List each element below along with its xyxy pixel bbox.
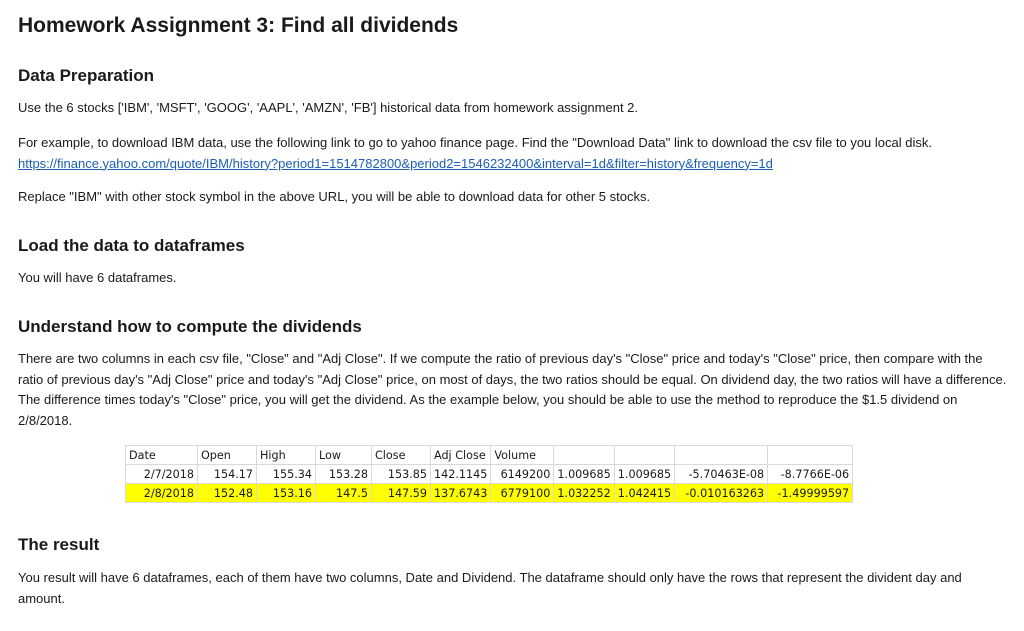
table-cell: 6149200 bbox=[490, 464, 555, 484]
table-header-cell: Low bbox=[315, 445, 372, 465]
yahoo-finance-link[interactable]: https://finance.yahoo.com/quote/IBM/hist… bbox=[18, 156, 773, 171]
paragraph-replace: Replace "IBM" with other stock symbol in… bbox=[18, 189, 651, 204]
table-cell: -1.49999597 bbox=[767, 483, 854, 503]
table-header-cell: Open bbox=[197, 445, 257, 465]
table-row: 2/8/2018 152.48 153.16 147.5 147.59 137.6743 6… bbox=[125, 483, 854, 503]
table-cell: -0.010163263 bbox=[674, 483, 769, 503]
table-row: 2/7/2018 154.17 155.34 153.28 153.85 142.1145… bbox=[125, 464, 854, 484]
table-cell: 147.59 bbox=[371, 483, 431, 503]
paragraph-download: For example, to download IBM data, use t… bbox=[18, 133, 1010, 174]
table-cell: 154.17 bbox=[197, 464, 257, 484]
table-header-cell: Date bbox=[125, 445, 198, 465]
paragraph-dividend-method: There are two columns in each csv file, … bbox=[18, 351, 1007, 428]
table-cell: 1.009685 bbox=[553, 464, 615, 484]
section-heading-load-data: Load the data to dataframes bbox=[18, 236, 245, 255]
stock-data-table-container: Date Open High Low Close Adj Close Volume 2/7/2… bbox=[125, 445, 854, 503]
table-cell: -8.7766E-06 bbox=[767, 464, 854, 484]
table-cell: 153.28 bbox=[315, 464, 372, 484]
table-cell: 1.009685 bbox=[613, 464, 676, 484]
table-cell: 152.48 bbox=[197, 483, 257, 503]
page-title: Homework Assignment 3: Find all dividend… bbox=[18, 14, 459, 37]
stock-data-table: Date Open High Low Close Adj Close Volume 2/7/2… bbox=[125, 445, 854, 503]
paragraph-dataframes: You will have 6 dataframes. bbox=[18, 270, 177, 285]
table-header-cell bbox=[674, 445, 769, 465]
section-heading-understand-dividends: Understand how to compute the dividends bbox=[18, 317, 362, 336]
table-cell: 137.6743 bbox=[429, 483, 492, 503]
table-header-cell bbox=[767, 445, 854, 465]
table-header-row: Date Open High Low Close Adj Close Volume bbox=[125, 445, 854, 465]
table-header-cell: High bbox=[256, 445, 316, 465]
table-cell: 2/7/2018 bbox=[125, 464, 198, 484]
table-header-cell bbox=[613, 445, 676, 465]
table-header-cell: Volume bbox=[490, 445, 555, 465]
section-heading-result: The result bbox=[18, 535, 100, 554]
table-cell: 153.16 bbox=[256, 483, 316, 503]
paragraph-download-text: For example, to download IBM data, use t… bbox=[18, 135, 932, 150]
table-cell: 2/8/2018 bbox=[125, 483, 198, 503]
table-cell: 155.34 bbox=[256, 464, 316, 484]
section-heading-data-preparation: Data Preparation bbox=[18, 66, 155, 85]
paragraph-result: You result will have 6 dataframes, each … bbox=[18, 570, 962, 606]
table-cell: -5.70463E-08 bbox=[674, 464, 769, 484]
table-cell: 1.042415 bbox=[613, 483, 676, 503]
paragraph-stocks: Use the 6 stocks ['IBM', 'MSFT', 'GOOG',… bbox=[18, 100, 639, 115]
table-cell: 6779100 bbox=[490, 483, 555, 503]
table-cell: 142.1145 bbox=[429, 464, 492, 484]
table-cell: 1.032252 bbox=[553, 483, 615, 503]
table-cell: 153.85 bbox=[371, 464, 431, 484]
table-header-cell bbox=[553, 445, 615, 465]
table-header-cell: Close bbox=[371, 445, 431, 465]
table-cell: 147.5 bbox=[315, 483, 372, 503]
table-header-cell: Adj Close bbox=[429, 445, 492, 465]
